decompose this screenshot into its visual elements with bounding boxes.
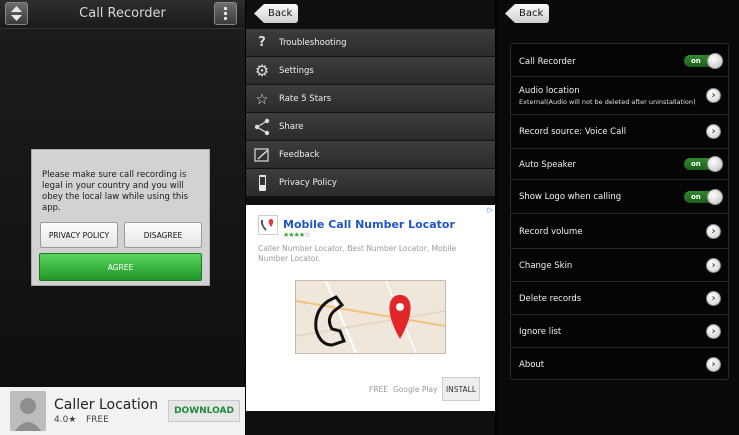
toggle-state-text: on (691, 193, 701, 201)
setting-label: About (519, 360, 545, 370)
phone-icon (253, 174, 271, 192)
phone-location-icon (295, 280, 446, 354)
toggle-state-text: on (691, 160, 701, 168)
person-icon (15, 398, 41, 431)
star-icon: ☆ (255, 90, 269, 108)
setting-call-recorder[interactable]: Call Recorder on (511, 44, 728, 77)
ad-app-stars: ★★★★☆ (283, 231, 310, 239)
setting-about[interactable]: About › (511, 348, 728, 379)
ad-choices-icon[interactable]: ▷ (488, 206, 493, 214)
setting-auto-speaker[interactable]: Auto Speaker on (511, 149, 728, 180)
ad-store: Google Play (393, 385, 438, 394)
interstitial-ad[interactable]: ▷ Mobile Call Number Locator ★★★★☆ Calle… (246, 205, 495, 411)
menu-item-label: Privacy Policy (279, 178, 337, 188)
legal-message: Please make sure call recording is legal… (42, 170, 189, 213)
menu-item-troubleshooting[interactable]: ? Troubleshooting (246, 29, 495, 57)
ad-app-price: FREE (86, 415, 109, 425)
chevron-right-icon[interactable]: › (706, 88, 721, 103)
privacy-policy-button[interactable]: PRIVACY POLICY (40, 222, 118, 248)
menu-item-label: Rate 5 Stars (279, 94, 332, 104)
menu-item-settings[interactable]: ⚙ Settings (246, 57, 495, 85)
setting-record-source[interactable]: Record source: Voice Call › (511, 115, 728, 149)
chevron-right-icon[interactable]: › (706, 324, 721, 339)
setting-label: Show Logo when calling (519, 192, 622, 202)
setting-label: Record volume (519, 227, 583, 237)
install-button[interactable]: INSTALL (442, 377, 480, 401)
chevron-right-icon[interactable]: › (706, 357, 721, 372)
toggle-knob (707, 156, 723, 172)
setting-label: Delete records (519, 294, 582, 304)
setting-label: Record source: Voice Call (519, 127, 627, 137)
settings-screen: Back Call Recorder on Audio location Ext… (497, 0, 739, 435)
menu-item-feedback[interactable]: Feedback (246, 141, 495, 169)
ad-app-rating: 4.0★ (54, 415, 77, 425)
ad-map-image (295, 280, 446, 354)
gear-icon: ⚙ (254, 61, 270, 80)
ad-app-name: Mobile Call Number Locator (283, 218, 455, 231)
menu-item-label: Troubleshooting (279, 38, 347, 48)
ad-price: FREE (369, 385, 389, 394)
disclaimer-screen: Call Recorder Please make sure call reco… (0, 0, 245, 435)
options-menu: ? Troubleshooting ⚙ Settings ☆ Rate 5 St… (246, 29, 495, 197)
chevron-right-icon[interactable]: › (706, 258, 721, 273)
setting-delete-records[interactable]: Delete records › (511, 282, 728, 315)
setting-ignore-list[interactable]: Ignore list › (511, 315, 728, 348)
legal-dialog: Please make sure call recording is legal… (31, 149, 210, 286)
download-button[interactable]: DOWNLOAD (168, 400, 240, 422)
call-recorder-toggle[interactable]: on (684, 53, 723, 69)
toggle-knob (707, 53, 723, 69)
feedback-icon (253, 146, 271, 164)
settings-list: Call Recorder on Audio location External… (510, 43, 729, 380)
setting-label: Change Skin (519, 261, 573, 271)
disagree-button[interactable]: DISAGREE (124, 222, 202, 248)
chevron-right-icon[interactable]: › (706, 124, 721, 139)
back-button[interactable]: Back (505, 4, 550, 23)
setting-audio-location[interactable]: Audio location External(Audio will not b… (511, 77, 728, 115)
toggle-state-text: on (691, 57, 701, 65)
show-logo-toggle[interactable]: on (684, 189, 723, 205)
ad-app-thumbnail (10, 391, 46, 431)
ad-app-description: Caller Number Locator, Best Number Locat… (258, 244, 457, 263)
share-icon (253, 118, 271, 136)
chevron-right-icon[interactable]: › (706, 224, 721, 239)
chevron-right-icon[interactable]: › (706, 291, 721, 306)
menu-item-rate[interactable]: ☆ Rate 5 Stars (246, 85, 495, 113)
locator-app-icon (258, 215, 278, 235)
setting-record-volume[interactable]: Record volume › (511, 214, 728, 249)
question-icon: ? (258, 35, 266, 50)
menu-item-privacy-policy[interactable]: Privacy Policy (246, 169, 495, 197)
menu-item-label: Feedback (279, 150, 320, 160)
menu-item-label: Share (279, 122, 304, 132)
menu-item-label: Settings (279, 66, 314, 76)
setting-label: Call Recorder (519, 57, 576, 67)
setting-label: Ignore list (519, 327, 562, 337)
more-vertical-icon (223, 6, 228, 21)
toggle-knob (707, 189, 723, 205)
ad-app-name: Caller Location (54, 397, 159, 413)
setting-sublabel: External(Audio will not be deleted after… (519, 98, 696, 106)
menu-screen: Back ? Troubleshooting ⚙ Settings ☆ Rate… (246, 0, 495, 435)
overflow-menu-button[interactable] (214, 2, 237, 25)
setting-label: Audio location (519, 86, 580, 96)
menu-item-share[interactable]: Share (246, 113, 495, 141)
top-bar: Call Recorder (0, 0, 245, 29)
agree-button[interactable]: AGREE (39, 253, 202, 281)
back-button[interactable]: Back (254, 4, 299, 23)
setting-show-logo[interactable]: Show Logo when calling on (511, 180, 728, 214)
auto-speaker-toggle[interactable]: on (684, 156, 723, 172)
setting-label: Auto Speaker (519, 160, 577, 170)
setting-change-skin[interactable]: Change Skin › (511, 249, 728, 282)
app-title: Call Recorder (79, 6, 166, 21)
